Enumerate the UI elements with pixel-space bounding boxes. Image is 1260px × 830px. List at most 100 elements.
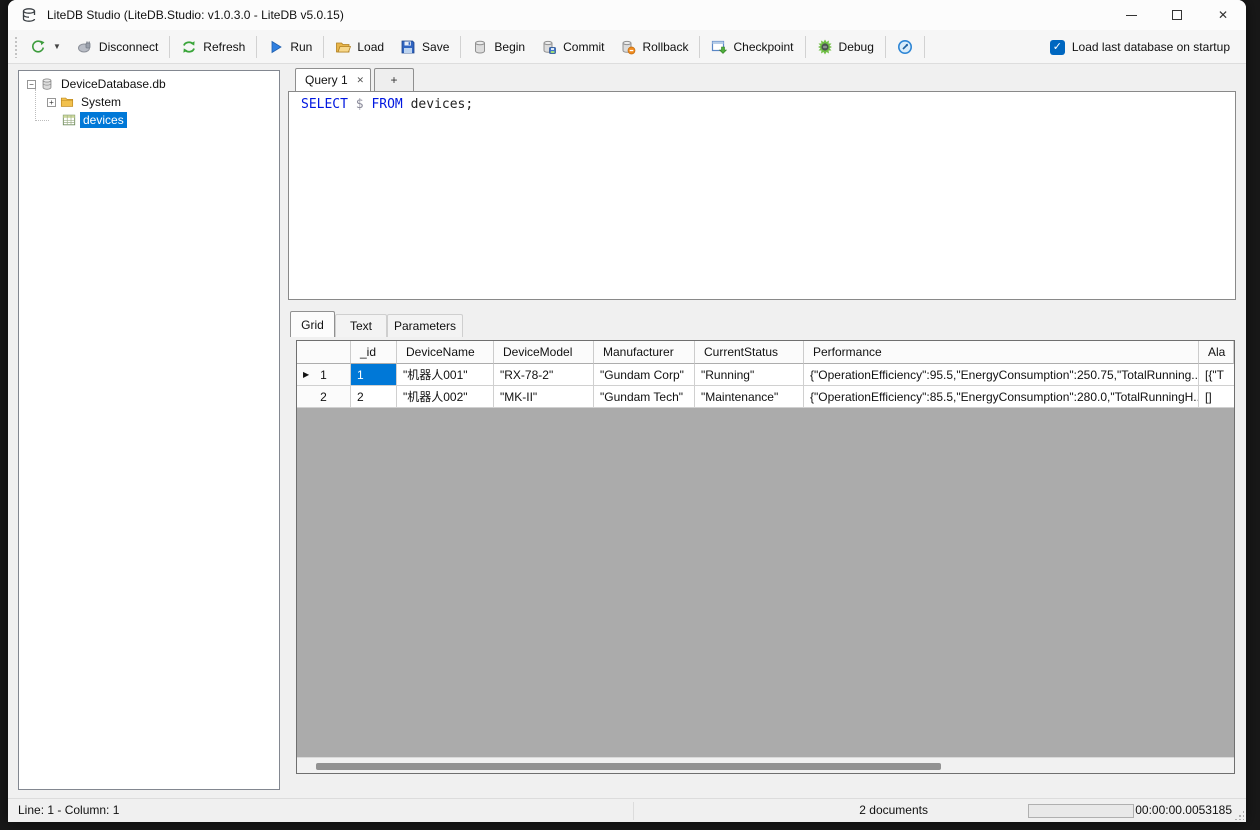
database-icon — [42, 78, 52, 90]
tab-text[interactable]: Text — [335, 314, 387, 337]
column-header-currentstatus[interactable]: CurrentStatus — [695, 341, 804, 364]
disconnect-icon — [77, 41, 91, 52]
scrollbar-thumb[interactable] — [316, 763, 941, 770]
toolbar-separator — [923, 35, 925, 58]
table-row[interactable]: ▶ 1 1 "机器人001" "RX-78-2" "Gundam Corp" "Runnin… — [297, 364, 1234, 386]
sql-keyword: SELECT — [301, 97, 356, 112]
database-commit-icon — [543, 40, 556, 54]
load-last-db-checkbox[interactable]: ✓ Load last database on startup — [1049, 30, 1230, 64]
horizontal-scrollbar[interactable] — [297, 757, 1234, 773]
column-header-devicemodel[interactable]: DeviceModel — [494, 341, 594, 364]
disconnect-button[interactable]: Disconnect — [69, 34, 166, 60]
grid-cell[interactable]: "Gundam Tech" — [594, 386, 695, 408]
grid-cell[interactable]: 1 — [351, 364, 397, 386]
row-header[interactable]: ▶ 1 — [297, 364, 351, 386]
begin-button[interactable]: Begin — [464, 34, 533, 60]
tree-node-database[interactable]: − DeviceDatabase.db — [27, 75, 169, 93]
column-header-manufacturer[interactable]: Manufacturer — [594, 341, 695, 364]
tab-close-icon[interactable]: ✕ — [356, 75, 364, 86]
debug-button[interactable]: Debug — [809, 34, 882, 60]
tab-parameters-label: Parameters — [393, 319, 457, 333]
tree-node-system[interactable]: + System — [47, 93, 124, 111]
grid-cell[interactable]: 2 — [351, 386, 397, 408]
open-folder-icon — [336, 42, 352, 52]
grid-cell[interactable]: "机器人002" — [397, 386, 494, 408]
grid-header-row: _id DeviceName DeviceModel Manufacturer Curr… — [297, 341, 1234, 364]
refresh-button[interactable]: Refresh — [173, 34, 253, 60]
grid-cell[interactable]: {"OperationEfficiency":85.5,"EnergyConsu… — [804, 386, 1199, 408]
new-query-tab-button[interactable]: + — [374, 68, 414, 91]
query-tab[interactable]: Query 1 ✕ — [295, 68, 371, 91]
row-number: 1 — [320, 367, 327, 382]
run-button[interactable]: Run — [260, 34, 320, 60]
checkbox-checked-icon[interactable]: ✓ — [1049, 39, 1065, 55]
close-icon: ✕ — [1217, 8, 1229, 22]
litedb-logo-icon — [22, 8, 36, 22]
tree-node-database-label[interactable]: DeviceDatabase.db — [58, 76, 169, 92]
grid-body: ▶ 1 1 "机器人001" "RX-78-2" "Gundam Corp" "Runnin… — [297, 364, 1234, 408]
toolbar-separator — [460, 35, 462, 58]
result-grid[interactable]: _id DeviceName DeviceModel Manufacturer Curr… — [296, 340, 1235, 774]
tab-grid[interactable]: Grid — [290, 311, 335, 337]
maximize-button[interactable] — [1154, 0, 1200, 30]
shell-icon — [897, 39, 912, 54]
rollback-button[interactable]: Rollback — [612, 34, 696, 60]
tree-node-system-label[interactable]: System — [78, 94, 124, 110]
chevron-down-icon: ▼ — [53, 42, 61, 51]
grid-cell[interactable]: [{"T — [1199, 364, 1234, 386]
toolbar-grip[interactable] — [14, 35, 18, 58]
grid-cell[interactable]: "Maintenance" — [695, 386, 804, 408]
disconnect-label: Disconnect — [98, 39, 159, 54]
tab-grid-label: Grid — [301, 317, 324, 332]
column-header-ala[interactable]: Ala — [1199, 341, 1234, 364]
database-icon — [475, 40, 486, 54]
sql-editor[interactable]: SELECT $ FROM devices; — [288, 91, 1236, 300]
table-row[interactable]: 2 2 "机器人002" "MK-II" "Gundam Tech" "Maintenan… — [297, 386, 1234, 408]
desktop-background: { "window": { "title": "LiteDB Studio (L… — [0, 0, 1260, 830]
grid-cell[interactable]: {"OperationEfficiency":95.5,"EnergyConsu… — [804, 364, 1199, 386]
sql-line: SELECT $ FROM devices; — [301, 96, 1235, 113]
status-bar: Line: 1 - Column: 1 2 documents 00:00:00… — [8, 798, 1246, 822]
row-header[interactable]: 2 — [297, 386, 351, 408]
column-header-performance[interactable]: Performance — [804, 341, 1199, 364]
close-button[interactable]: ✕ — [1200, 0, 1246, 30]
new-tab-icon: + — [390, 73, 398, 87]
save-icon — [401, 40, 415, 53]
grid-cell[interactable]: [] — [1199, 386, 1234, 408]
collapse-expander-icon[interactable]: − — [27, 79, 36, 89]
grid-cell[interactable]: "Running" — [695, 364, 804, 386]
minimize-button[interactable] — [1108, 0, 1154, 30]
begin-label: Begin — [494, 39, 526, 54]
toolbar-separator — [256, 35, 258, 58]
toolbar-separator — [884, 35, 886, 58]
save-button[interactable]: Save — [392, 34, 457, 60]
progress-bar — [1028, 804, 1134, 818]
window-title: LiteDB Studio (LiteDB.Studio: v1.0.3.0 -… — [47, 8, 344, 22]
query-tab-label: Query 1 — [305, 73, 348, 87]
load-last-db-label: Load last database on startup — [1071, 40, 1230, 54]
title-bar[interactable]: LiteDB Studio (LiteDB.Studio: v1.0.3.0 -… — [8, 0, 1246, 30]
commit-button[interactable]: Commit — [533, 34, 612, 60]
table-icon — [62, 114, 76, 126]
column-header-devicename[interactable]: DeviceName — [397, 341, 494, 364]
grid-cell[interactable]: "Gundam Corp" — [594, 364, 695, 386]
column-header-_id[interactable]: _id — [351, 341, 397, 364]
rollback-label: Rollback — [642, 39, 689, 54]
grid-cell[interactable]: "机器人001" — [397, 364, 494, 386]
load-button[interactable]: Load — [327, 34, 392, 60]
resize-grip[interactable] — [1234, 810, 1244, 820]
row-number: 2 — [320, 389, 327, 404]
grid-cell[interactable]: "MK-II" — [494, 386, 594, 408]
grid-corner-cell — [297, 341, 351, 364]
database-tree: − DeviceDatabase.db + System devices — [18, 70, 280, 790]
connect-button[interactable]: ▼ — [22, 34, 69, 60]
tree-node-devices-label[interactable]: devices — [80, 112, 127, 128]
shell-button[interactable] — [889, 34, 921, 60]
minimize-icon — [1125, 14, 1137, 16]
checkpoint-button[interactable]: Checkpoint — [703, 34, 801, 60]
tab-parameters[interactable]: Parameters — [387, 314, 463, 337]
toolbar-separator — [323, 35, 325, 58]
grid-cell[interactable]: "RX-78-2" — [494, 364, 594, 386]
tree-node-devices[interactable]: devices — [62, 111, 127, 129]
expand-expander-icon[interactable]: + — [47, 97, 56, 107]
